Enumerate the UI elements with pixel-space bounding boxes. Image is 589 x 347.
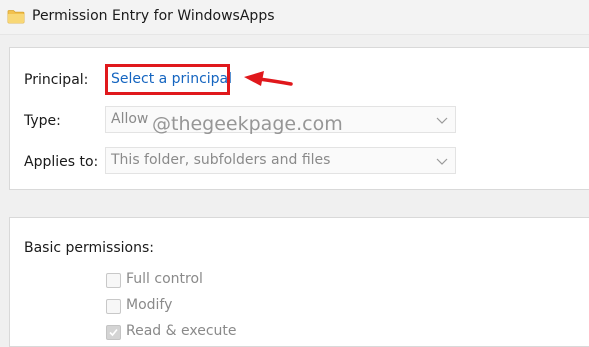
modify-checkbox[interactable] xyxy=(106,299,121,314)
annotation-highlight-box xyxy=(105,64,230,95)
chevron-down-icon xyxy=(436,158,448,165)
checkmark-icon xyxy=(109,328,118,337)
principal-label: Principal: xyxy=(24,72,89,88)
permission-label: Full control xyxy=(126,271,203,287)
chevron-down-icon xyxy=(436,117,448,124)
type-label: Type: xyxy=(24,113,61,129)
permission-label: Modify xyxy=(126,297,173,313)
basic-permissions-heading: Basic permissions: xyxy=(24,240,154,256)
title-bar: Permission Entry for WindowsApps xyxy=(0,0,589,35)
folder-icon xyxy=(7,10,25,24)
applies-to-select[interactable]: This folder, subfolders and files xyxy=(105,147,456,174)
permissions-panel xyxy=(9,217,589,347)
window-title: Permission Entry for WindowsApps xyxy=(32,8,275,24)
applies-to-label: Applies to: xyxy=(24,154,99,170)
applies-to-select-value: This folder, subfolders and files xyxy=(111,152,331,168)
type-select-value: Allow xyxy=(111,111,149,127)
full-control-checkbox[interactable] xyxy=(106,273,121,288)
read-execute-checkbox[interactable] xyxy=(106,325,121,340)
permission-label: Read & execute xyxy=(126,323,237,339)
watermark: @thegeekpage.com xyxy=(152,113,343,135)
annotation-arrow-icon xyxy=(244,71,293,86)
